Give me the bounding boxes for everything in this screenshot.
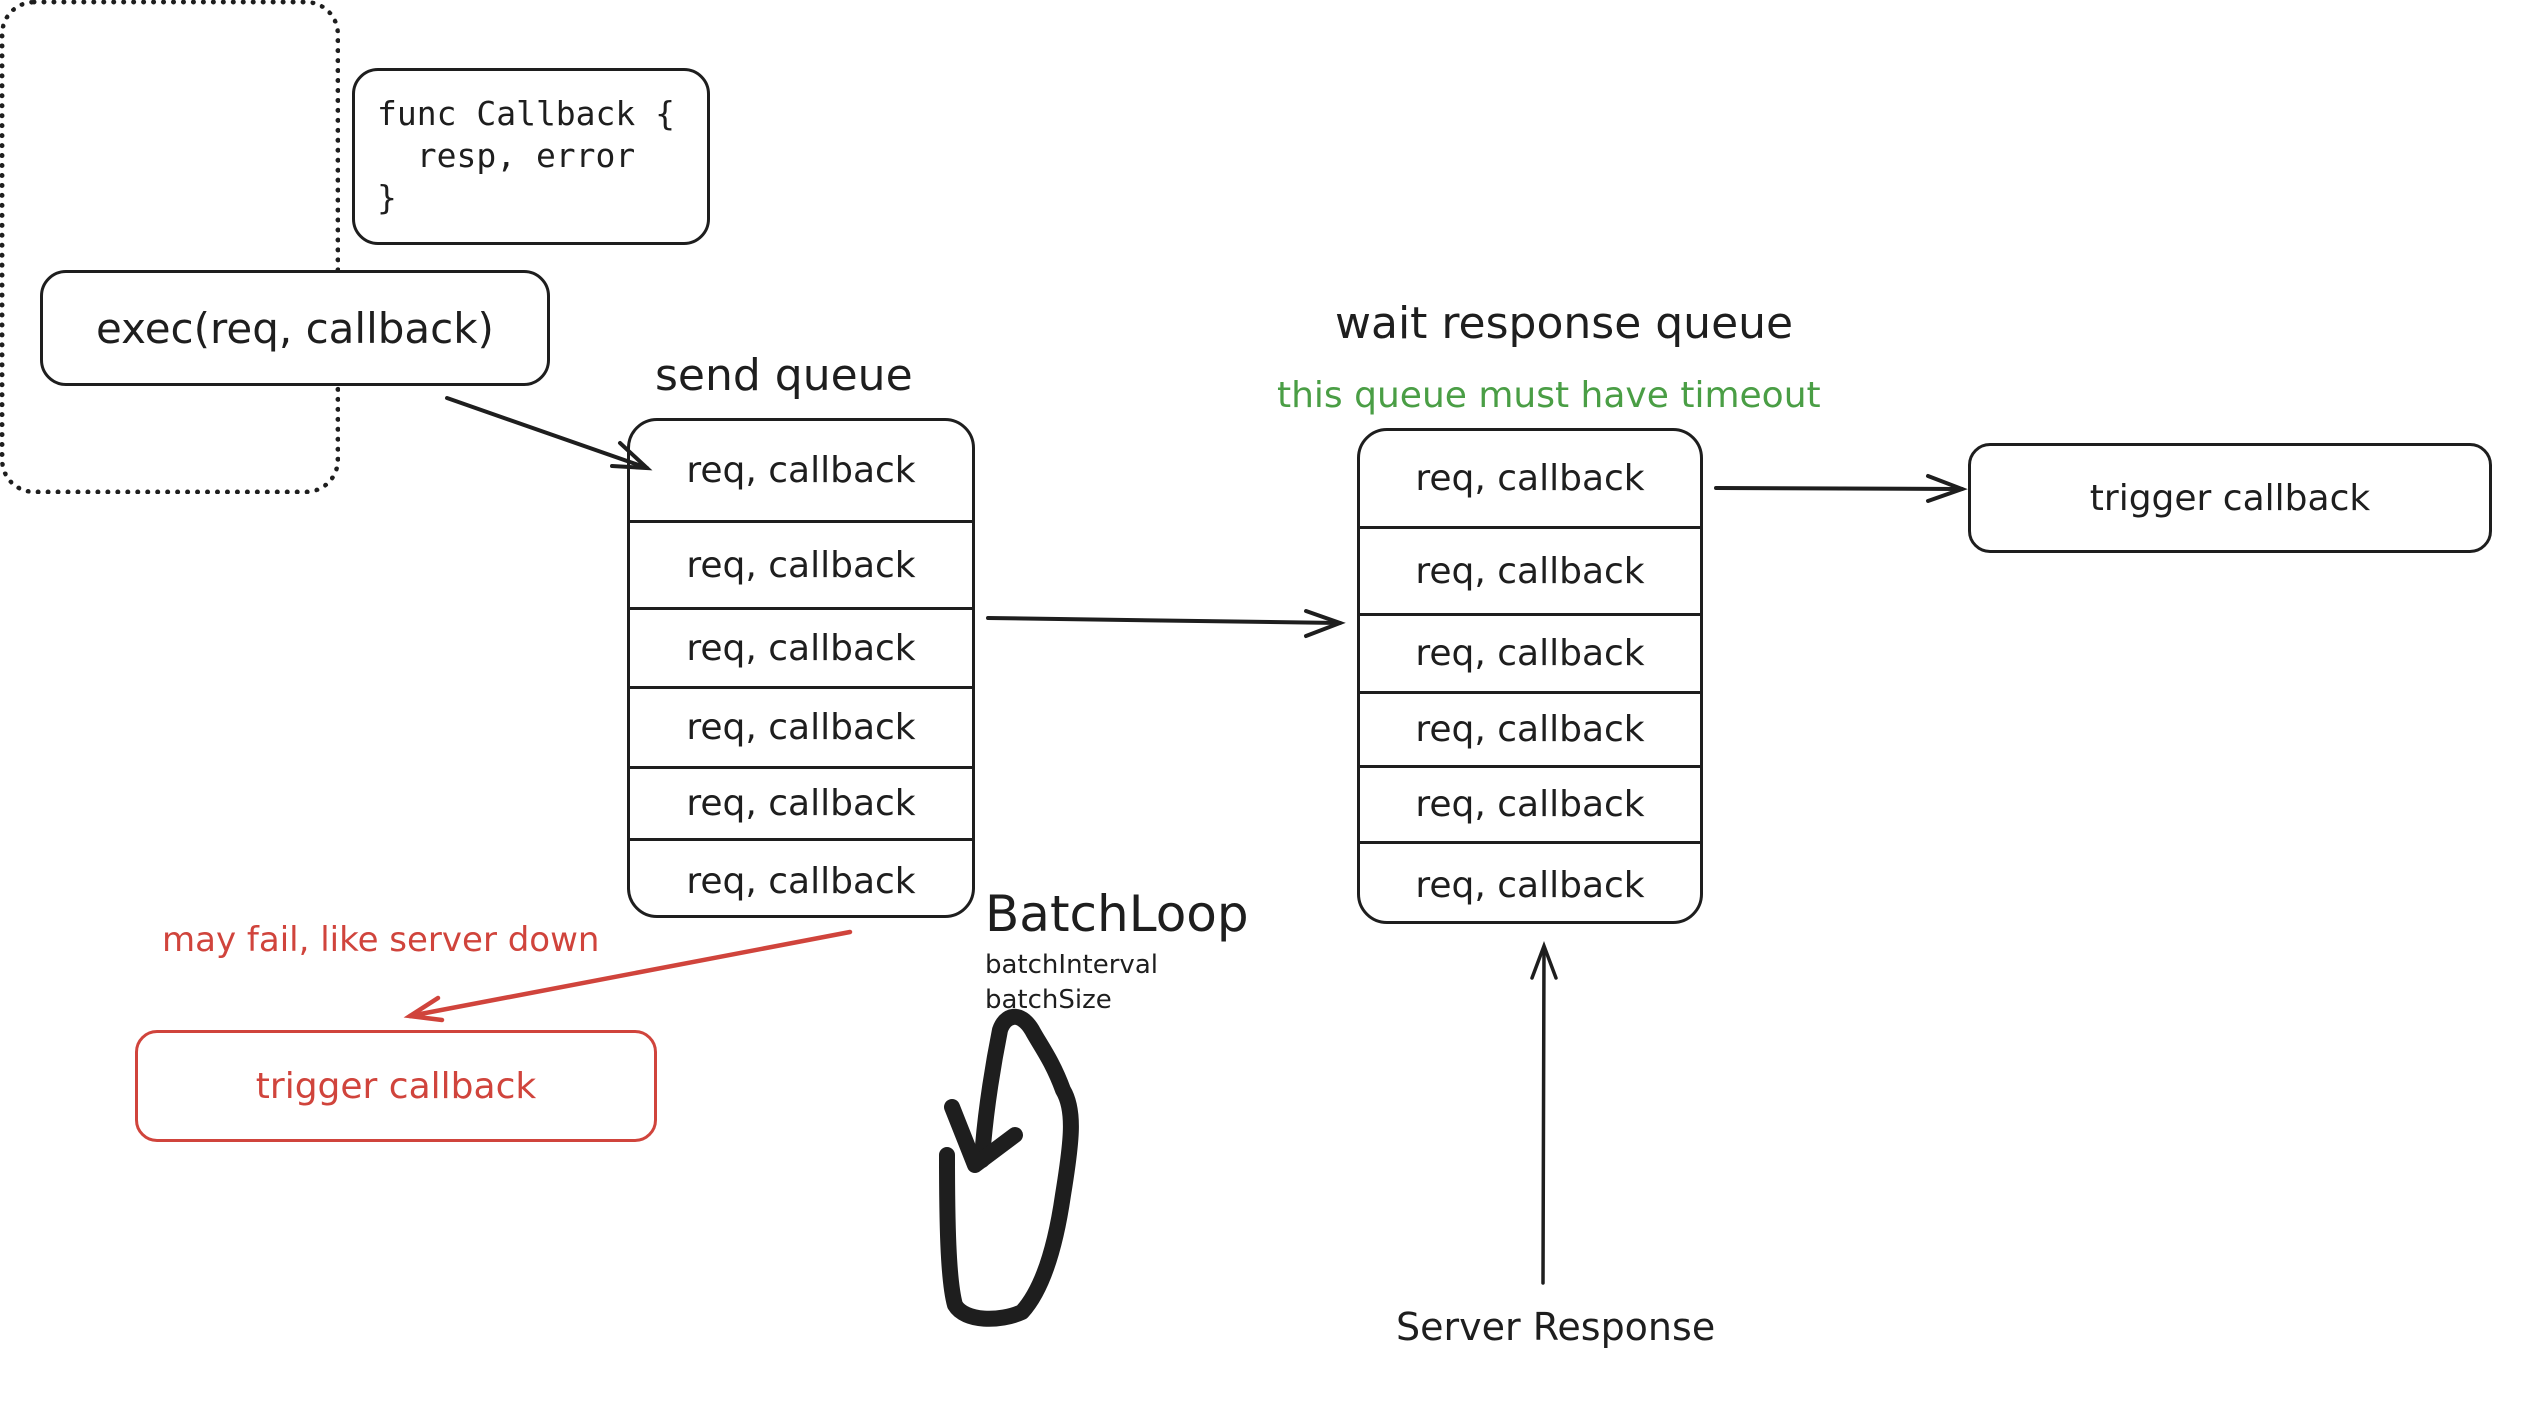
exec-to-send-queue-arrow: [445, 396, 653, 471]
loop-arrow-icon: [939, 1008, 1079, 1327]
send-to-wait-queue-arrow: [986, 609, 1346, 638]
failure-arrow: [403, 929, 853, 1023]
connectors-layer: [403, 396, 1968, 1327]
wait-queue-to-trigger-arrow: [1714, 474, 1968, 503]
server-response-arrow: [1530, 941, 1558, 1285]
